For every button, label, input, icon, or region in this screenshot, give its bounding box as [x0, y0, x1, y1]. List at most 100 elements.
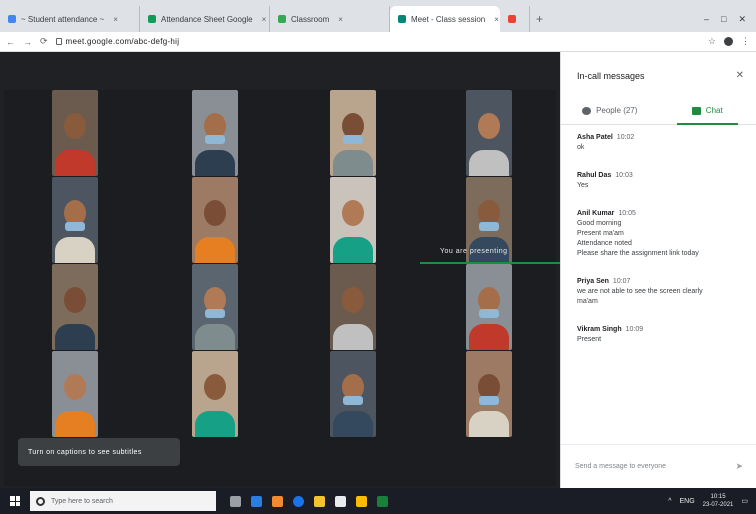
face-mask — [65, 221, 85, 231]
presenter-tag: You are presenting — [440, 247, 508, 255]
profile-avatar[interactable] — [724, 37, 733, 46]
participant-face — [64, 287, 86, 314]
tab-people[interactable]: People (27) — [561, 97, 659, 124]
participant-tile[interactable] — [330, 351, 376, 437]
participant-tile[interactable] — [52, 177, 98, 263]
participant-tile[interactable] — [466, 90, 512, 176]
message-text: Present ma'am — [577, 230, 624, 237]
lock-icon — [55, 38, 62, 45]
tab-label: ~ Student attendance ~ — [21, 14, 105, 24]
tab-favicon-icon — [278, 15, 286, 23]
bookmark-star-icon[interactable]: ☆ — [708, 36, 716, 47]
clock-date: 23-07-2021 — [702, 502, 734, 508]
window-controls: – □ ✕ — [694, 6, 756, 32]
message-input[interactable]: Send a message to everyone — [575, 463, 666, 470]
browser-tab[interactable]: Classroom × — [270, 6, 390, 32]
tab-close-icon[interactable]: × — [338, 15, 343, 24]
participant-tile[interactable] — [52, 90, 98, 176]
message-time: 10:07 — [612, 278, 631, 285]
close-window-button[interactable]: ✕ — [738, 14, 746, 25]
participant-face — [342, 200, 364, 227]
url-text: meet.google.com/abc-defg-hij — [65, 37, 180, 46]
participant-tile[interactable] — [192, 90, 238, 176]
sender-name: Vikram Singh — [577, 326, 622, 333]
tab-chat[interactable]: Chat — [659, 97, 756, 125]
message-text: Attendance noted — [577, 240, 632, 247]
url-field[interactable]: meet.google.com/abc-defg-hij — [55, 37, 180, 46]
message-time: 10:05 — [618, 210, 636, 217]
participant-body — [333, 237, 373, 263]
participant-tile[interactable] — [192, 264, 238, 350]
participant-tile[interactable] — [192, 177, 238, 263]
chat-message: Rahul Das 10:03 Yes — [577, 171, 740, 191]
participant-tile[interactable] — [330, 264, 376, 350]
participant-tile[interactable] — [192, 351, 238, 437]
file-explorer-icon[interactable] — [314, 495, 325, 507]
participant-tile[interactable] — [52, 351, 98, 437]
browser-tab[interactable]: Attendance Sheet Google × — [140, 6, 270, 32]
participant-body — [195, 411, 235, 437]
browser-tab[interactable]: × — [500, 6, 530, 32]
message-text: Present — [577, 336, 602, 343]
participant-tile[interactable] — [52, 264, 98, 350]
excel-icon[interactable] — [377, 495, 388, 507]
back-icon[interactable]: ← — [6, 37, 15, 47]
tab-close-icon[interactable]: × — [494, 15, 499, 24]
edge-icon[interactable] — [293, 495, 304, 507]
participant-face — [64, 113, 86, 140]
message-text: Please share the assignment link today — [577, 250, 699, 257]
message-time: 10:03 — [615, 172, 633, 179]
minimize-button[interactable]: – — [704, 14, 709, 24]
message-sender: Priya Sen 10:07 — [577, 277, 740, 287]
task-view-icon[interactable] — [230, 495, 241, 507]
start-button[interactable] — [0, 488, 30, 514]
store-icon[interactable] — [251, 495, 262, 507]
participant-tile[interactable] — [330, 177, 376, 263]
tab-people-label: People (27) — [596, 106, 638, 115]
message-sender: Anil Kumar 10:05 — [577, 209, 740, 219]
presenter-indicator — [420, 262, 560, 264]
chat-message: Anil Kumar 10:05 Good morning Present ma'am… — [577, 209, 740, 259]
chat-message: Priya Sen 10:07 we are not able to see the… — [577, 277, 740, 307]
face-mask — [205, 134, 225, 144]
forward-icon[interactable]: → — [23, 37, 32, 47]
participant-tile[interactable] — [466, 351, 512, 437]
people-icon — [582, 106, 592, 115]
participant-face — [204, 200, 226, 227]
reload-icon[interactable]: ⟳ — [40, 36, 48, 47]
message-list: Asha Patel 10:02 ok Rahul Das 10:03 Yes Anil K… — [561, 125, 756, 345]
participant-tile[interactable] — [330, 90, 376, 176]
participant-body — [333, 324, 373, 350]
browser-tab[interactable]: Meet - Class session × — [390, 6, 500, 32]
chrome-icon[interactable] — [272, 495, 283, 507]
send-icon[interactable]: ➤ — [735, 461, 743, 472]
message-time: 10:09 — [625, 326, 644, 333]
tab-label: Attendance Sheet Google — [161, 14, 253, 24]
sender-name: Rahul Das — [577, 172, 612, 179]
new-tab-button[interactable]: + — [530, 6, 549, 32]
tab-favicon-icon — [508, 15, 516, 23]
chat-panel-header: In-call messages ✕ — [561, 52, 756, 81]
tab-favicon-icon — [148, 15, 156, 23]
face-mask — [479, 395, 499, 405]
browser-tab[interactable]: ~ Student attendance ~ × — [0, 6, 140, 32]
taskbar-search[interactable]: Type here to search — [30, 491, 216, 511]
message-sender: Asha Patel 10:02 — [577, 133, 740, 143]
notification-icon[interactable]: ▭ — [741, 497, 748, 505]
tab-close-icon[interactable]: × — [262, 15, 267, 24]
tray-chevron-icon[interactable]: ^ — [668, 498, 671, 505]
clock[interactable]: 10:15 23-07-2021 — [703, 493, 734, 509]
maximize-button[interactable]: □ — [721, 14, 726, 24]
tab-close-icon[interactable]: × — [113, 15, 118, 24]
language-indicator[interactable]: ENG — [680, 498, 695, 505]
tab-label: Classroom — [291, 14, 330, 24]
browser-menu-icon[interactable]: ⋮ — [741, 36, 750, 47]
sender-name: Asha Patel — [577, 134, 613, 141]
tab-favicon-icon — [398, 15, 406, 23]
sticky-notes-icon[interactable] — [356, 495, 367, 507]
close-icon[interactable]: ✕ — [736, 70, 744, 81]
tab-label: Meet - Class session — [411, 14, 486, 24]
mail-icon[interactable] — [335, 495, 346, 507]
participant-tile[interactable] — [466, 264, 512, 350]
message-text: ma'am — [577, 298, 598, 305]
